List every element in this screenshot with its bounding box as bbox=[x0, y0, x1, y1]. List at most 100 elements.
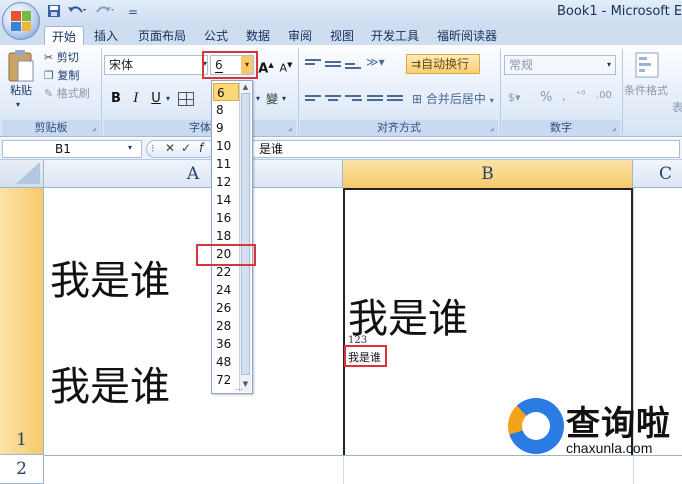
tab-page-layout[interactable]: 页面布局 bbox=[130, 26, 194, 46]
name-box-arrow-icon[interactable]: ▾ bbox=[128, 143, 132, 152]
cut-button[interactable]: ✂ 剪切 bbox=[44, 50, 79, 66]
tab-data[interactable]: 数据 bbox=[238, 26, 278, 46]
font-size-option-11[interactable]: 11 bbox=[213, 155, 239, 173]
align-right-icon[interactable] bbox=[344, 93, 362, 107]
font-size-option-36[interactable]: 36 bbox=[213, 335, 239, 353]
wrap-text-icon: ⇉ bbox=[411, 57, 422, 71]
tab-foxit-reader[interactable]: 福昕阅读器 bbox=[430, 26, 504, 46]
scroll-up-icon[interactable]: ▲ bbox=[241, 83, 250, 92]
font-name-dropdown[interactable]: 宋体 bbox=[104, 55, 208, 75]
customize-qat-button[interactable]: = bbox=[128, 4, 138, 20]
font-dialog-launcher-icon[interactable]: ⌟ bbox=[288, 120, 292, 136]
font-size-option-16[interactable]: 16 bbox=[213, 209, 239, 227]
font-size-option-24[interactable]: 24 bbox=[213, 281, 239, 299]
font-size-scrollbar[interactable]: ▲ ▼ bbox=[239, 82, 251, 392]
resize-grip-icon[interactable]: ⋯ bbox=[228, 386, 250, 394]
font-size-highlight-box bbox=[202, 51, 258, 79]
currency-icon[interactable]: $▾ bbox=[508, 91, 521, 104]
decrease-indent-icon[interactable] bbox=[366, 93, 384, 107]
merge-icon: ⊞ bbox=[412, 92, 423, 106]
select-all-button[interactable] bbox=[0, 160, 44, 188]
font-size-option-8[interactable]: 8 bbox=[213, 101, 239, 119]
font-color-arrow-icon[interactable]: ▾ bbox=[282, 94, 286, 103]
align-middle-icon[interactable] bbox=[324, 59, 342, 73]
font-size-option-9[interactable]: 9 bbox=[213, 119, 239, 137]
font-size-option-26[interactable]: 26 bbox=[213, 299, 239, 317]
align-left-icon[interactable] bbox=[304, 93, 322, 107]
font-size-option-6[interactable]: 6 bbox=[213, 83, 239, 101]
paste-button[interactable]: 粘贴 bbox=[10, 83, 32, 99]
shrink-font-button[interactable]: A▼ bbox=[278, 56, 294, 75]
name-box[interactable]: B1 bbox=[2, 140, 142, 158]
dialog-launcher-icon[interactable]: ⌟ bbox=[92, 120, 96, 136]
paste-icon[interactable] bbox=[6, 49, 36, 83]
conditional-formatting-button[interactable]: 条件格式 bbox=[624, 83, 668, 99]
font-size-option-18[interactable]: 18 bbox=[213, 227, 239, 245]
cell-a1[interactable]: 我是谁 我是谁 bbox=[44, 188, 343, 455]
decrease-decimal-icon[interactable]: .00 bbox=[596, 90, 612, 101]
column-header-b[interactable]: B bbox=[343, 160, 633, 188]
orientation-icon[interactable]: ≫▾ bbox=[366, 55, 392, 73]
row-header-1[interactable]: 1 bbox=[0, 188, 44, 455]
insert-function-icon[interactable]: f bbox=[199, 141, 203, 155]
enter-icon[interactable]: ✓ bbox=[181, 141, 191, 155]
ribbon-tabs: 开始 插入 页面布局 公式 数据 审阅 视图 开发工具 福昕阅读器 bbox=[0, 24, 682, 46]
save-icon[interactable] bbox=[46, 4, 62, 20]
column-header-a[interactable]: A bbox=[44, 160, 343, 188]
alignment-dialog-launcher-icon[interactable]: ⌟ bbox=[490, 120, 494, 136]
tab-view[interactable]: 视图 bbox=[322, 26, 362, 46]
format-as-table-button[interactable]: 表 bbox=[672, 100, 682, 116]
grow-font-button[interactable]: A▲ bbox=[258, 56, 274, 76]
tab-home[interactable]: 开始 bbox=[44, 26, 84, 46]
cancel-icon[interactable]: ✕ bbox=[165, 141, 175, 155]
font-size-option-10[interactable]: 10 bbox=[213, 137, 239, 155]
comma-style-icon[interactable]: , bbox=[562, 90, 566, 103]
fill-arrow-icon[interactable]: ▾ bbox=[256, 94, 260, 103]
number-dialog-launcher-icon[interactable]: ⌟ bbox=[612, 120, 616, 136]
wrap-text-label: 自动换行 bbox=[421, 57, 470, 71]
align-top-icon[interactable] bbox=[304, 57, 322, 71]
percent-button[interactable]: % bbox=[540, 90, 552, 105]
font-size-option-28[interactable]: 28 bbox=[213, 317, 239, 335]
align-bottom-icon[interactable] bbox=[344, 61, 362, 75]
conditional-formatting-icon[interactable] bbox=[634, 51, 662, 81]
italic-button[interactable]: I bbox=[128, 90, 144, 108]
increase-decimal-icon[interactable]: ⁺⁰ bbox=[576, 90, 585, 101]
tab-formulas[interactable]: 公式 bbox=[196, 26, 236, 46]
paste-dropdown-icon[interactable]: ▾ bbox=[16, 97, 20, 113]
tab-review[interactable]: 审阅 bbox=[280, 26, 320, 46]
font-size-list[interactable]: 6 8 9 10 11 12 14 16 18 20 22 24 26 28 3… bbox=[211, 80, 253, 394]
redo-icon[interactable] bbox=[94, 4, 116, 20]
font-size-option-14[interactable]: 14 bbox=[213, 191, 239, 209]
number-group-label: 数字 bbox=[550, 121, 572, 134]
scroll-thumb[interactable] bbox=[241, 93, 250, 375]
underline-button[interactable]: U bbox=[148, 90, 164, 108]
increase-indent-icon[interactable] bbox=[386, 93, 404, 107]
underline-arrow-icon[interactable]: ▾ bbox=[166, 94, 170, 103]
column-header-c[interactable]: C bbox=[633, 160, 682, 188]
office-button[interactable] bbox=[2, 2, 40, 40]
copy-label: 复制 bbox=[57, 69, 80, 82]
merge-center-button[interactable]: ⊞ 合并后居中 ▾ bbox=[412, 90, 494, 107]
format-painter-button[interactable]: ✎ 格式刷 bbox=[44, 86, 90, 102]
formula-input[interactable]: 是谁 bbox=[218, 140, 680, 158]
number-format-dropdown[interactable]: 常规 ▾ bbox=[504, 55, 616, 75]
number-format-value: 常规 bbox=[509, 58, 534, 72]
clipboard-group-title: 剪贴板 ⌟ bbox=[2, 120, 100, 136]
borders-icon[interactable] bbox=[178, 92, 194, 106]
font-color-icon[interactable]: 變 bbox=[266, 90, 278, 107]
undo-icon[interactable] bbox=[66, 4, 88, 20]
font-size-option-48[interactable]: 48 bbox=[213, 353, 239, 371]
bold-button[interactable]: B bbox=[108, 90, 124, 108]
group-separator bbox=[500, 49, 501, 135]
row-header-2[interactable]: 2 bbox=[0, 455, 44, 484]
tab-developer[interactable]: 开发工具 bbox=[364, 26, 426, 46]
separator-icon: ⁝ bbox=[151, 142, 155, 155]
font-size-option-12[interactable]: 12 bbox=[213, 173, 239, 191]
wrap-text-button[interactable]: ⇉自动换行 bbox=[406, 54, 480, 74]
tab-insert[interactable]: 插入 bbox=[86, 26, 126, 46]
font-name-value: 宋体 bbox=[109, 58, 134, 72]
office-logo-icon bbox=[11, 11, 31, 31]
copy-button[interactable]: ❐ 复制 bbox=[44, 68, 79, 84]
align-center-icon[interactable] bbox=[324, 93, 342, 107]
